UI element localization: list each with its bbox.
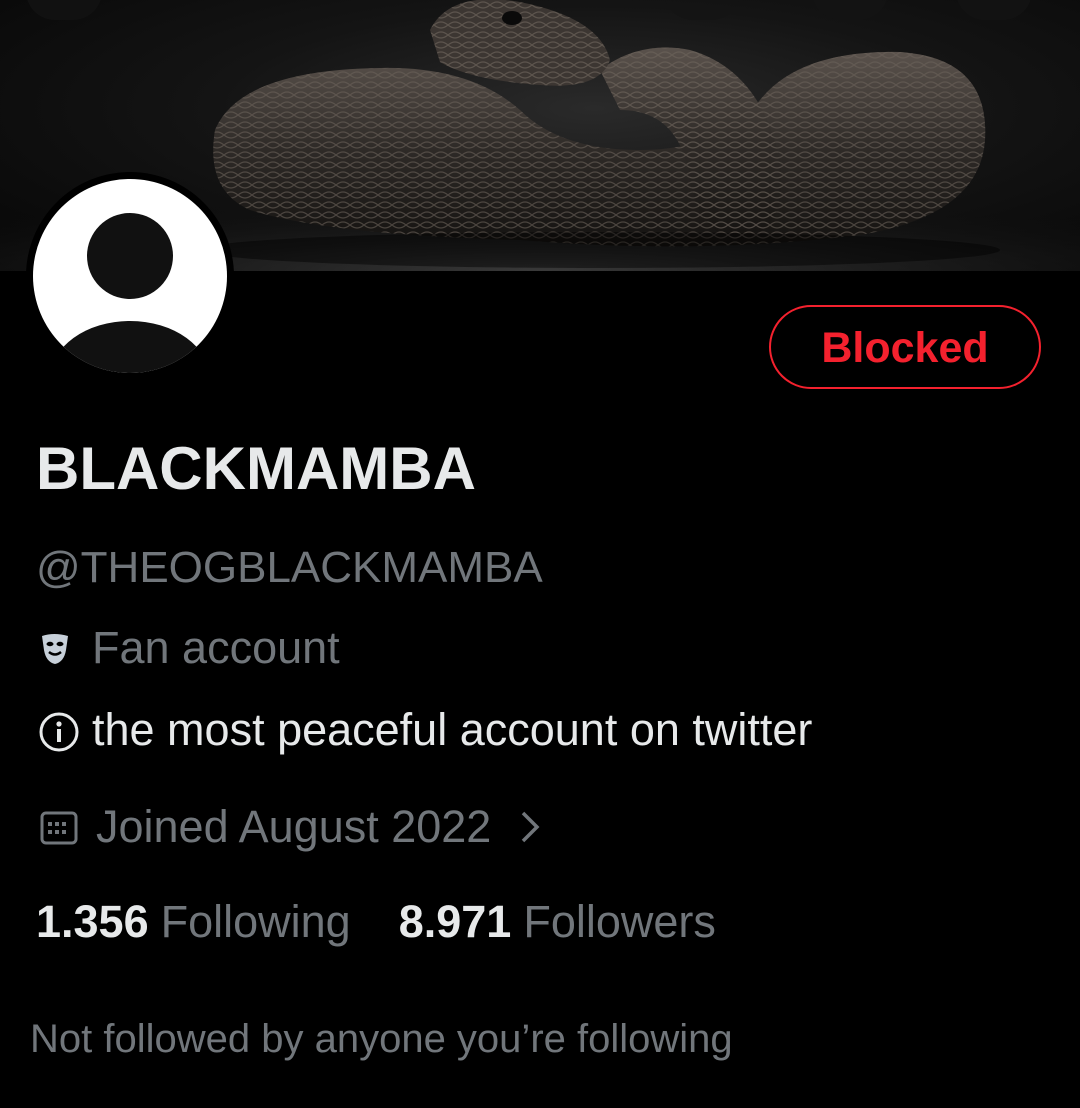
display-name: BLACKMAMBA — [36, 435, 476, 502]
joined-label: Joined August 2022 — [96, 801, 492, 852]
avatar[interactable] — [26, 172, 234, 380]
theater-masks-icon — [42, 634, 68, 664]
following-link[interactable]: 1.356 Following — [36, 896, 351, 948]
joined-date[interactable]: Joined August 2022 — [36, 801, 549, 853]
followers-count: 8.971 — [398, 896, 512, 947]
chevron-right-icon — [522, 811, 540, 843]
following-count: 1.356 — [36, 896, 149, 947]
following-label: Following — [160, 896, 351, 947]
mutuals-note: Not followed by anyone you’re following — [30, 1017, 733, 1061]
bio-text: the most peaceful account on twitter — [92, 704, 813, 755]
followers-link[interactable]: 8.971 Followers — [399, 896, 716, 948]
blocked-button[interactable]: Blocked — [769, 305, 1041, 389]
followers-label: Followers — [523, 896, 716, 947]
info-icon — [39, 712, 79, 752]
follow-stats: 1.356 Following 8.971 Followers — [36, 896, 716, 948]
calendar-icon — [40, 811, 78, 845]
bio: the most peaceful account on twitter — [36, 704, 812, 756]
default-avatar-icon — [33, 179, 227, 373]
professional-category: Fan account — [36, 622, 340, 674]
category-label: Fan account — [92, 622, 340, 673]
username-handle: @THEOGBLACKMAMBA — [36, 543, 543, 592]
